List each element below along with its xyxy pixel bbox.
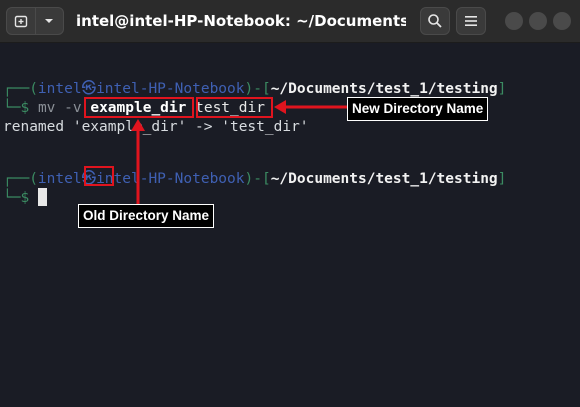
maximize-button[interactable] [529,12,547,30]
prompt-host: intel-HP-Notebook [96,81,245,97]
prompt-user-highlight [84,166,114,186]
chevron-down-icon [45,19,54,23]
close-button[interactable] [553,12,571,30]
new-tab-icon [14,15,27,28]
prompt-host: intel-HP-Notebook [96,171,245,187]
menu-button[interactable] [456,7,486,35]
prompt-user: intel [37,171,82,187]
new-tab-button[interactable] [7,8,35,34]
command-flag: -v [64,100,82,116]
prompt-path: ~/Documents/test_1/testing [270,171,498,187]
old-directory-callout: Old Directory Name [78,204,215,228]
prompt-mid: )-[ [244,81,271,97]
command-name: mv [37,100,56,116]
prompt-close: ] [497,81,507,97]
hamburger-icon [465,16,477,26]
prompt-line-2: ┌──(intel㉿intel-HP-Notebook)-[~/Document… [3,170,506,189]
old-name-highlight [84,97,194,118]
search-icon [428,14,442,28]
command-output: renamed 'example_dir' -> 'test_dir' [3,119,309,135]
prompt-user: intel [37,81,82,97]
prompt-arrow: └─$ [3,190,30,206]
prompt-arrow-line-2: └─$ [3,189,29,208]
window-title: intel@intel-HP-Notebook: ~/Documents/te.… [76,12,406,30]
prompt-close: ] [497,171,507,187]
new-name-highlight [196,97,273,118]
title-bar: intel@intel-HP-Notebook: ~/Documents/te.… [0,0,580,43]
new-directory-callout: New Directory Name [347,97,489,121]
kali-skull-icon: ㉿ [81,81,97,97]
prompt-mid: )-[ [244,171,271,187]
prompt-open: ┌──( [3,81,38,97]
prompt-path: ~/Documents/test_1/testing [270,81,498,97]
prompt-open: ┌──( [3,171,38,187]
minimize-button[interactable] [505,12,523,30]
tab-menu-button[interactable] [34,8,64,34]
text-cursor [38,188,47,206]
prompt-arrow: └─$ [3,100,30,116]
search-button[interactable] [420,7,450,35]
new-tab-group [6,7,64,35]
